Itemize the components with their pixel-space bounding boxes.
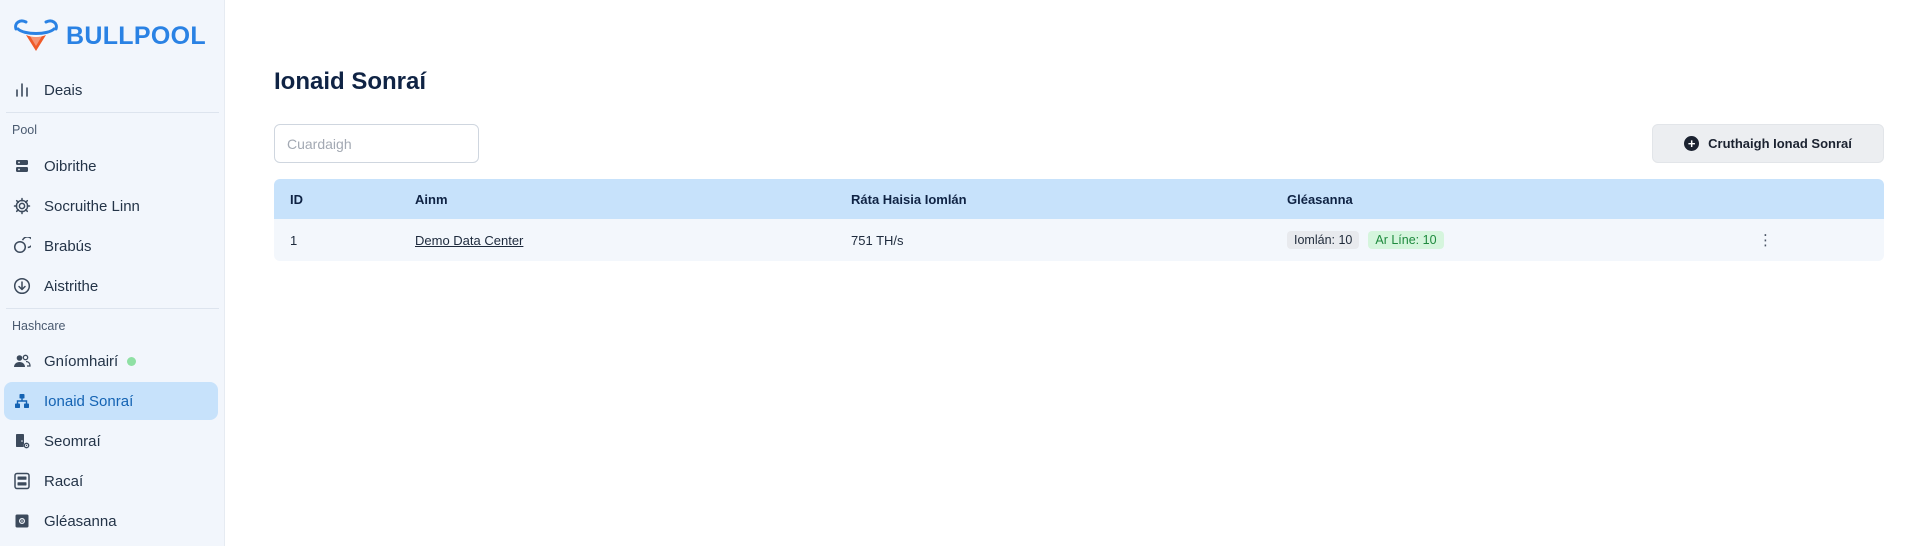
sidebar-divider xyxy=(6,112,219,113)
create-button-label: Cruthaigh Ionad Sonraí xyxy=(1708,136,1852,151)
bar-chart-icon xyxy=(12,80,32,100)
section-label-hashcare: Hashcare xyxy=(12,319,66,333)
sidebar-item-label: Oibrithe xyxy=(44,157,97,175)
download-circle-icon xyxy=(12,276,32,296)
sidebar-item-label: Deais xyxy=(44,81,83,99)
section-label-pool: Pool xyxy=(12,123,38,137)
sidebar-item-devices[interactable]: Gléasanna xyxy=(4,502,218,540)
sidebar-item-label: Racaí xyxy=(44,472,84,490)
brand-name: BULLPOOL xyxy=(66,21,206,50)
cell-name: Demo Data Center xyxy=(415,219,523,261)
kebab-menu-icon[interactable]: ⋮ xyxy=(1758,219,1773,261)
sidebar-item-label: Brabús xyxy=(44,237,92,255)
cell-devices: Iomlán: 10 Ar Líne: 10 xyxy=(1287,219,1453,261)
devices-total-badge: Iomlán: 10 xyxy=(1287,231,1360,249)
column-header-hashrate[interactable]: Ráta Haisia Iomlán xyxy=(851,179,967,219)
page-title: Ionaid Sonraí xyxy=(274,68,427,95)
column-header-devices[interactable]: Gléasanna xyxy=(1287,179,1353,219)
sidebar-item-earnings[interactable]: Brabús xyxy=(4,227,218,265)
devices-online-badge: Ar Líne: 10 xyxy=(1368,231,1444,249)
sidebar-item-data-centers[interactable]: Ionaid Sonraí xyxy=(4,382,218,420)
door-gear-icon xyxy=(12,431,32,451)
network-icon xyxy=(12,391,32,411)
sidebar-item-label: Gníomhairí xyxy=(44,352,119,370)
sidebar-item-label: Socruithe Linn xyxy=(44,197,140,215)
table-header: ID Ainm Ráta Haisia Iomlán Gléasanna xyxy=(274,179,1884,219)
sidebar: BULLPOOL Deais Pool Oibrithe Socruithe L… xyxy=(0,0,225,546)
sidebar-item-label: Aistrithe xyxy=(44,277,99,295)
plus-circle-icon: + xyxy=(1684,136,1700,151)
sidebar-item-dashboard[interactable]: Deais xyxy=(4,71,218,109)
create-data-center-button[interactable]: + Cruthaigh Ionad Sonraí xyxy=(1652,124,1884,163)
table-row[interactable]: 1 Demo Data Center 751 TH/s Iomlán: 10 A… xyxy=(274,219,1884,261)
sidebar-item-label: Ionaid Sonraí xyxy=(44,392,134,410)
bull-logo-icon xyxy=(14,19,58,51)
sidebar-item-workers[interactable]: Oibrithe xyxy=(4,147,218,185)
sidebar-item-label: Seomraí xyxy=(44,432,101,450)
server-icon xyxy=(12,156,32,176)
column-header-name[interactable]: Ainm xyxy=(415,179,448,219)
search-input[interactable] xyxy=(274,124,479,163)
cell-id: 1 xyxy=(290,232,298,248)
sidebar-item-racks[interactable]: Racaí xyxy=(4,462,218,500)
column-header-id[interactable]: ID xyxy=(290,179,303,219)
sidebar-divider xyxy=(6,308,219,309)
sidebar-item-transfers[interactable]: Aistrithe xyxy=(4,267,218,305)
cell-hashrate: 751 TH/s xyxy=(851,232,904,248)
sidebar-item-label: Gléasanna xyxy=(44,512,117,530)
sidebar-item-agents[interactable]: Gníomhairí xyxy=(4,342,218,380)
data-centers-table: ID Ainm Ráta Haisia Iomlán Gléasanna 1 D… xyxy=(274,179,1884,261)
rack-icon xyxy=(12,471,32,491)
gear-icon xyxy=(12,196,32,216)
sidebar-item-pool-settings[interactable]: Socruithe Linn xyxy=(4,187,218,225)
sidebar-item-rooms[interactable]: Seomraí xyxy=(4,422,218,460)
data-center-link[interactable]: Demo Data Center xyxy=(415,233,523,248)
brand-logo[interactable]: BULLPOOL xyxy=(12,18,206,54)
online-status-dot xyxy=(127,356,137,366)
users-icon xyxy=(12,351,32,371)
coins-icon xyxy=(12,236,32,256)
device-chip-icon xyxy=(12,511,32,531)
